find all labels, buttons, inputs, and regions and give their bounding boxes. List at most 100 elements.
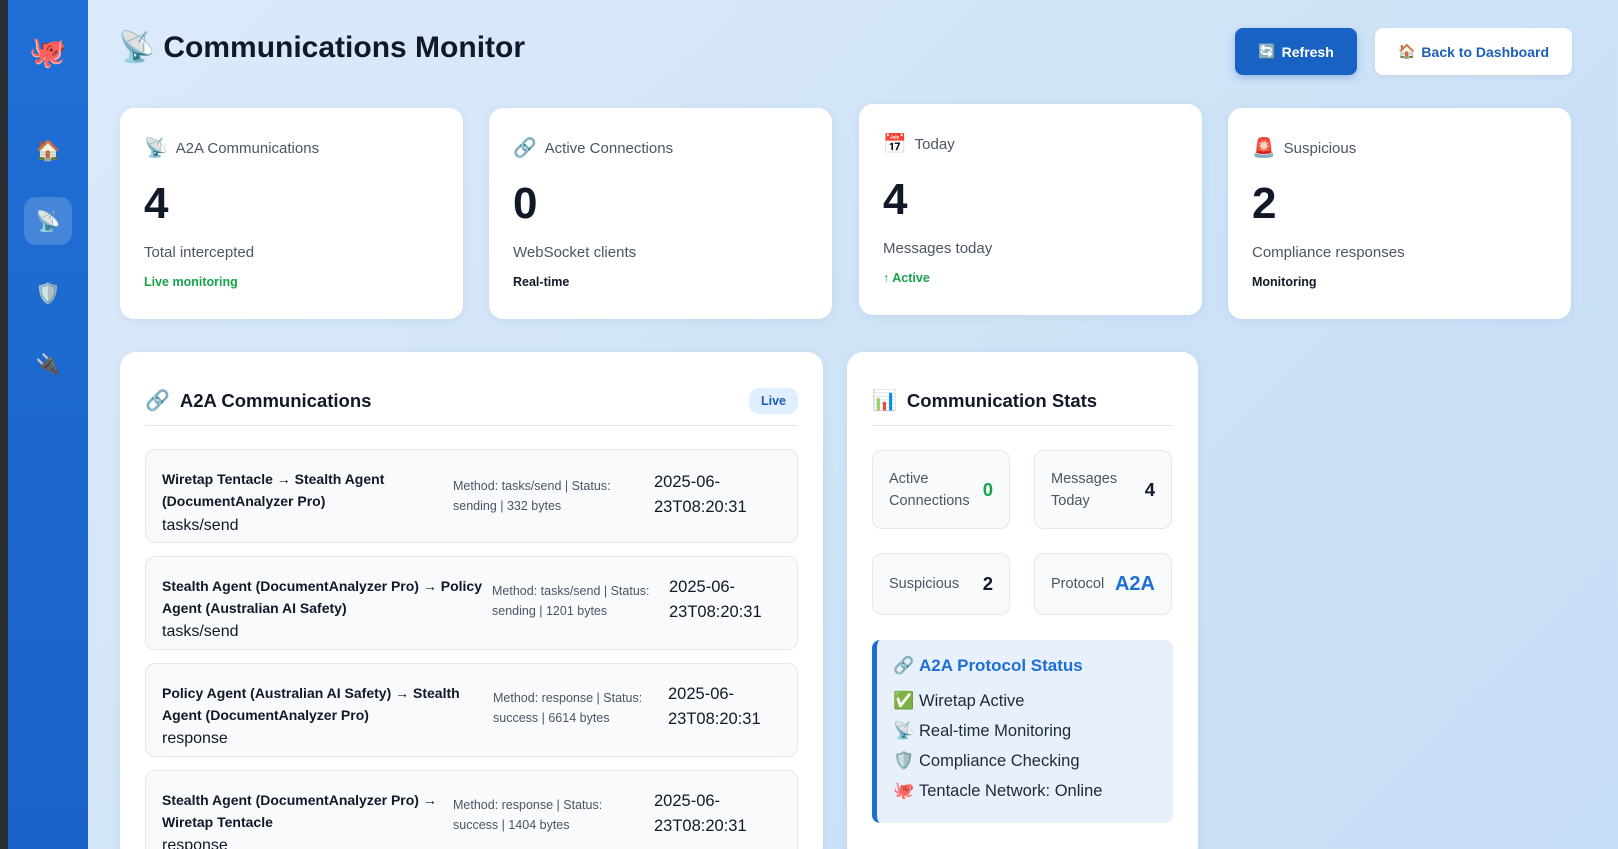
stat-card-suspicious: 🚨 Suspicious 2 Compliance responses Monit… bbox=[1228, 108, 1571, 319]
message-route: Wiretap Tentacle → Stealth Agent (Docume… bbox=[162, 468, 384, 512]
back-label: Back to Dashboard bbox=[1421, 43, 1550, 60]
link-icon: 🔗 bbox=[145, 390, 170, 412]
satellite-icon: 📡 bbox=[118, 31, 156, 64]
siren-icon: 🚨 bbox=[1252, 138, 1276, 159]
stat-value: 4 bbox=[883, 175, 908, 224]
stat-label: A2A Communications bbox=[175, 139, 320, 157]
mini-stat-value: 2 bbox=[982, 573, 993, 594]
refresh-button[interactable]: 🔄 Refresh bbox=[1235, 28, 1357, 75]
route-line: Wiretap Tentacle → Stealth Agent bbox=[162, 471, 385, 487]
mini-stat-protocol: Protocol A2A bbox=[1034, 553, 1172, 615]
status-text: Compliance Checking bbox=[919, 752, 1080, 770]
time-line: 2025-06- bbox=[669, 578, 736, 596]
shield-icon: 🛡️ bbox=[893, 751, 915, 770]
octopus-icon: 🐙 bbox=[893, 781, 915, 800]
panel-header: 🔗 A2A Communications Live bbox=[145, 376, 798, 426]
message-item[interactable]: Stealth Agent (DocumentAnalyzer Pro) → W… bbox=[145, 770, 798, 849]
stat-sub: Total intercepted bbox=[144, 244, 255, 261]
message-timestamp: 2025-06- 23T08:20:31 bbox=[654, 470, 747, 520]
message-meta: Method: response | Status: success | 140… bbox=[453, 795, 602, 835]
bar-chart-icon: 📊 bbox=[872, 390, 897, 412]
route-line: Agent (Australian AI Safety) bbox=[162, 600, 347, 616]
message-method: tasks/send bbox=[162, 623, 239, 640]
page-title: 📡 Communications Monitor bbox=[118, 30, 525, 65]
message-timestamp: 2025-06- 23T08:20:31 bbox=[654, 789, 747, 839]
route-line: Stealth Agent (DocumentAnalyzer Pro) → P… bbox=[162, 578, 482, 594]
stat-foot: Real-time bbox=[513, 275, 570, 289]
protocol-status-item: 🛡️ Compliance Checking bbox=[893, 746, 1173, 776]
plug-icon[interactable]: 🔌 bbox=[24, 340, 72, 388]
protocol-status-box: 🔗 A2A Protocol Status ✅ Wiretap Active 📡… bbox=[872, 640, 1173, 823]
shield-icon[interactable]: 🛡️ bbox=[24, 269, 72, 317]
meta-line: success | 6614 bytes bbox=[493, 711, 610, 725]
octopus-logo-icon: 🐙 bbox=[29, 35, 67, 69]
stat-card-a2a: 📡 A2A Communications 4 Total intercepted … bbox=[120, 108, 463, 319]
message-timestamp: 2025-06- 23T08:20:31 bbox=[669, 575, 762, 625]
stat-value: 0 bbox=[513, 179, 538, 228]
mini-stat-label: Protocol bbox=[1051, 576, 1105, 592]
meta-line: Method: response | Status: bbox=[453, 798, 603, 812]
mini-stat-value: A2A bbox=[1114, 572, 1155, 595]
message-meta: Method: response | Status: success | 661… bbox=[493, 688, 642, 728]
stat-label: Today bbox=[914, 135, 955, 153]
home-icon[interactable]: 🏠 bbox=[24, 126, 72, 174]
page-title-text: Communications Monitor bbox=[163, 30, 526, 64]
refresh-icon: 🔄 bbox=[1258, 43, 1276, 59]
message-item[interactable]: Stealth Agent (DocumentAnalyzer Pro) → P… bbox=[145, 556, 798, 650]
calendar-icon: 📅 bbox=[883, 134, 907, 155]
time-line: 23T08:20:31 bbox=[654, 817, 747, 835]
label-line: Connections bbox=[889, 492, 970, 509]
panel-title: A2A Communications bbox=[179, 389, 372, 411]
mini-stat-messages-today: Messages Today 4 bbox=[1034, 450, 1172, 529]
time-line: 2025-06- bbox=[668, 685, 735, 703]
check-icon: ✅ bbox=[893, 691, 915, 710]
message-method: response bbox=[162, 837, 228, 849]
stat-foot: ↑ Active bbox=[883, 271, 930, 285]
route-line: Wiretap Tentacle bbox=[162, 814, 273, 830]
message-timestamp: 2025-06- 23T08:20:31 bbox=[668, 682, 761, 732]
message-item[interactable]: Policy Agent (Australian AI Safety) → St… bbox=[145, 663, 798, 757]
route-line: Policy Agent (Australian AI Safety) → St… bbox=[162, 685, 460, 701]
label-line: Today bbox=[1051, 492, 1090, 509]
route-line: Stealth Agent (DocumentAnalyzer Pro) → bbox=[162, 792, 437, 808]
message-meta: Method: tasks/send | Status: sending | 3… bbox=[453, 476, 611, 516]
protocol-status-title: 🔗 A2A Protocol Status bbox=[893, 656, 1173, 676]
meta-line: success | 1404 bytes bbox=[453, 818, 570, 832]
panel-header: 📊 Communication Stats bbox=[872, 376, 1173, 426]
stat-card-today: 📅 Today 4 Messages today ↑ Active bbox=[859, 104, 1202, 315]
label-line: Messages bbox=[1051, 470, 1118, 487]
meta-line: Method: tasks/send | Status: bbox=[453, 479, 611, 493]
mini-stat-active-connections: Active Connections 0 bbox=[872, 450, 1010, 529]
communications-panel: 🔗 A2A Communications Live Wiretap Tentac… bbox=[120, 352, 823, 849]
meta-line: Method: tasks/send | Status: bbox=[492, 584, 650, 598]
stat-label: Suspicious bbox=[1283, 139, 1357, 157]
message-item[interactable]: Wiretap Tentacle → Stealth Agent (Docume… bbox=[145, 449, 798, 543]
mini-stat-suspicious: Suspicious 2 bbox=[872, 553, 1010, 615]
label-line: Active bbox=[889, 470, 929, 487]
sidebar: 🐙 🏠 📡 🛡️ 🔌 bbox=[8, 0, 88, 849]
mini-stat-label: Suspicious bbox=[889, 576, 960, 592]
status-text: Tentacle Network: Online bbox=[919, 782, 1103, 800]
mini-stat-label: Messages Today bbox=[1051, 468, 1117, 512]
message-route: Stealth Agent (DocumentAnalyzer Pro) → W… bbox=[162, 789, 437, 833]
message-route: Stealth Agent (DocumentAnalyzer Pro) → P… bbox=[162, 575, 482, 619]
meta-line: sending | 332 bytes bbox=[453, 499, 562, 513]
stat-value: 2 bbox=[1252, 179, 1277, 228]
stat-sub: Compliance responses bbox=[1252, 244, 1405, 261]
stat-foot: Monitoring bbox=[1252, 275, 1317, 289]
route-line: Agent (DocumentAnalyzer Pro) bbox=[162, 707, 369, 723]
protocol-status-item: 🐙 Tentacle Network: Online bbox=[893, 776, 1173, 806]
protocol-status-item: 📡 Real-time Monitoring bbox=[893, 716, 1173, 746]
time-line: 23T08:20:31 bbox=[654, 498, 747, 516]
message-method: response bbox=[162, 730, 228, 747]
link-icon: 🔗 bbox=[893, 656, 915, 675]
mini-stat-value: 4 bbox=[1144, 478, 1155, 500]
satellite-icon[interactable]: 📡 bbox=[24, 197, 72, 245]
status-text: Real-time Monitoring bbox=[919, 722, 1072, 740]
protocol-status-item: ✅ Wiretap Active bbox=[893, 686, 1173, 716]
protocol-status-title-text: A2A Protocol Status bbox=[919, 656, 1083, 675]
back-to-dashboard-button[interactable]: 🏠 Back to Dashboard bbox=[1375, 28, 1572, 75]
stat-foot: Live monitoring bbox=[144, 275, 238, 289]
time-line: 23T08:20:31 bbox=[668, 710, 761, 728]
meta-line: sending | 1201 bytes bbox=[492, 604, 608, 618]
